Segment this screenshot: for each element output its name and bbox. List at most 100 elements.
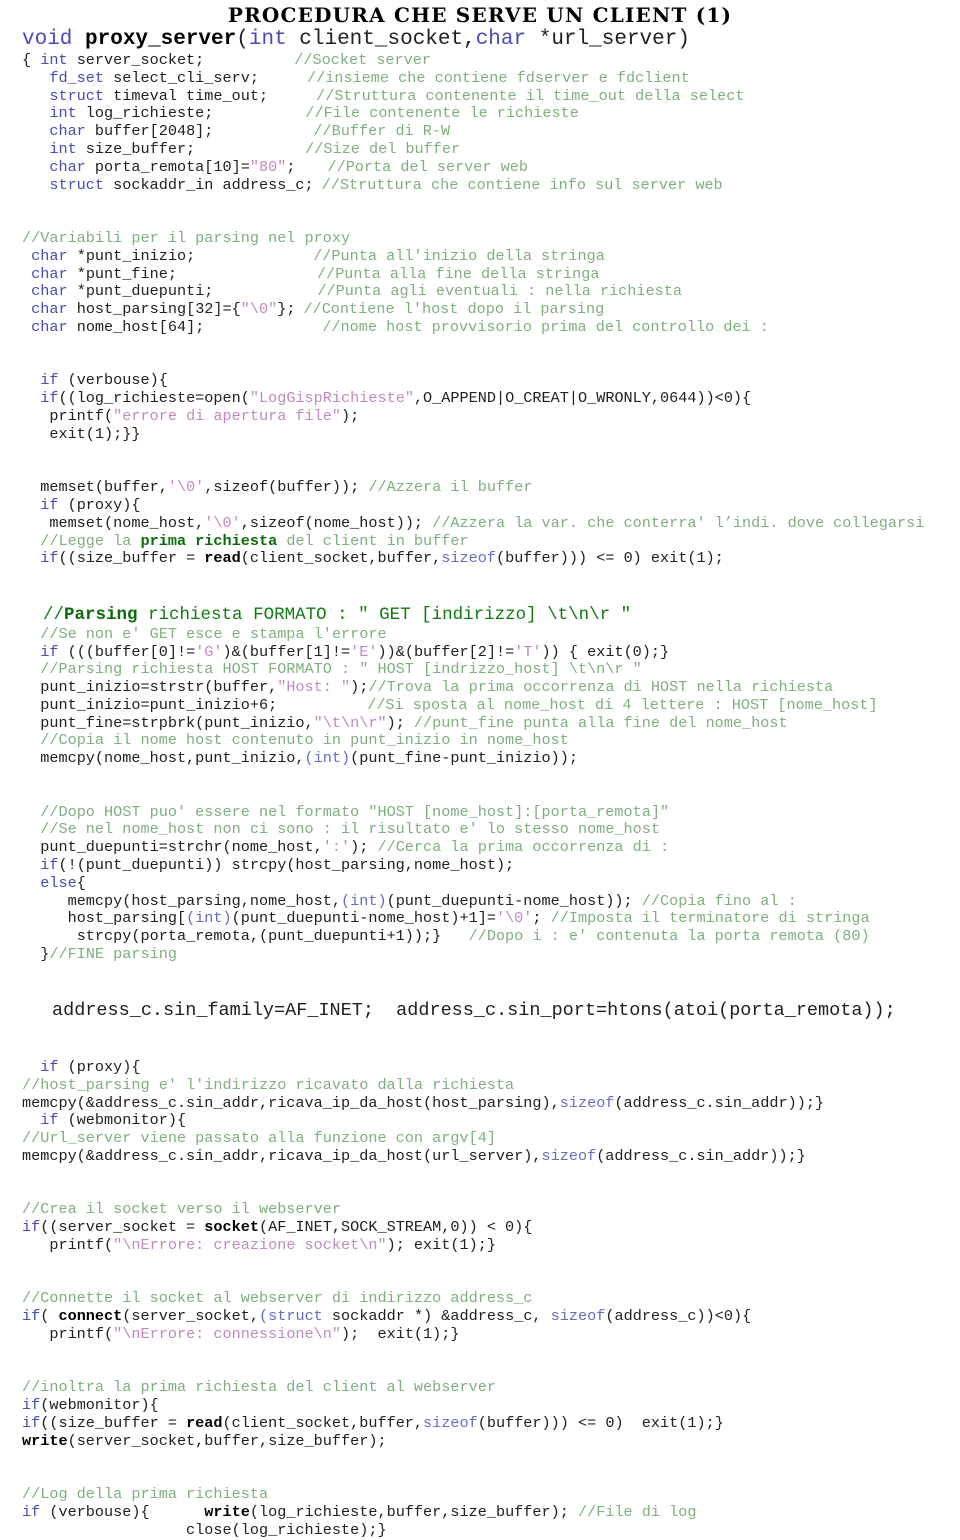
keyword-if: if bbox=[40, 389, 59, 408]
keyword-if: if bbox=[40, 856, 59, 875]
strpbrk-fine: punt_fine=strpbrk(punt_inizio,"\t\n\r");… bbox=[22, 713, 960, 733]
keyword-sizeof: sizeof bbox=[441, 549, 496, 568]
fine-parsing: }//FINE parsing bbox=[22, 945, 960, 964]
connect-comment: //Connette il socket al webserver di ind… bbox=[22, 1289, 960, 1308]
inline-comment: //Contiene l'host dopo il parsing bbox=[303, 300, 605, 319]
keyword-else: else bbox=[40, 873, 77, 892]
memset-nome-host: memset(nome_host,'\0',sizeof(nome_host))… bbox=[22, 513, 960, 533]
decl-text: host_parsing[32]={ bbox=[67, 300, 241, 319]
inline-comment: //punt_fine punta alla fine del nome_hos… bbox=[413, 713, 788, 732]
keyword-sizeof: sizeof bbox=[423, 1413, 478, 1432]
url-server-comment: //Url_server viene passato alla funzione… bbox=[22, 1129, 960, 1148]
code-text: } bbox=[40, 945, 50, 964]
socket-comment: //Crea il socket verso il webserver bbox=[22, 1201, 960, 1219]
syscall-read: read bbox=[186, 1413, 223, 1432]
memcpy-nome-host: memcpy(nome_host,punt_inizio,(int)(punt_… bbox=[22, 749, 960, 768]
read-first-request: if((size_buffer = read(client_socket,buf… bbox=[22, 549, 960, 568]
keyword-if: if bbox=[40, 371, 59, 390]
syscall-connect: connect bbox=[58, 1307, 123, 1326]
set-terminator: host_parsing[(int)(punt_duepunti-nome_ho… bbox=[22, 910, 960, 928]
cast-int: (int) bbox=[304, 749, 351, 768]
comment: //inoltra la prima richiesta del client … bbox=[22, 1378, 496, 1397]
keyword: int bbox=[40, 51, 68, 69]
keyword-if: if bbox=[40, 1058, 59, 1077]
inline-comment: //Azzera la var. che conterra' l’indi. d… bbox=[432, 513, 925, 532]
connect-call: if( connect(server_socket,(struct sockad… bbox=[22, 1307, 960, 1326]
copy-host-comment: //Copia il nome host contenuto in punt_i… bbox=[22, 732, 960, 750]
comment: //Parsing richiesta HOST FORMATO : " HOS… bbox=[40, 660, 642, 679]
inline-comment: //Punta all'inizio della stringa bbox=[313, 246, 605, 265]
code-text: ); bbox=[386, 713, 414, 732]
keyword: char bbox=[31, 282, 68, 301]
connect-error-printf: printf("\nErrore: connessione\n"); exit(… bbox=[22, 1325, 960, 1344]
read-again: if((size_buffer = read(client_socket,buf… bbox=[22, 1413, 960, 1433]
keyword: struct bbox=[49, 86, 105, 105]
brace-close: }; bbox=[277, 300, 296, 319]
code-text: (server_socket, bbox=[122, 1307, 259, 1326]
verbose-open: if((log_richieste=open("LogGispRichieste… bbox=[22, 389, 960, 408]
code-text: (((buffer[0]!= bbox=[58, 642, 196, 661]
inline-comment: //Copia fino al : bbox=[641, 891, 797, 910]
open-brace: { bbox=[22, 51, 41, 69]
comment-emphasis: prima richiesta bbox=[140, 531, 278, 550]
decl-text: timeval time_out; bbox=[104, 86, 269, 105]
keyword: struct bbox=[49, 175, 105, 194]
code-listing: void proxy_server(int client_socket,char… bbox=[0, 27, 960, 1540]
keyword-int: int bbox=[248, 28, 287, 51]
syscall-read: read bbox=[204, 549, 241, 568]
slide-root: PROCEDURA CHE SERVE UN CLIENT (1) void p… bbox=[0, 0, 960, 1539]
inline-comment: //Struttura contenente il time_out della… bbox=[316, 86, 745, 105]
code-text: (server_socket,buffer,size_buffer); bbox=[67, 1431, 387, 1450]
inline-comment: //Cerca la prima occorrenza di : bbox=[377, 838, 670, 857]
decl-line-2: fd_set select_cli_serv; //insieme che con… bbox=[22, 69, 960, 88]
verbose-log-block: if (verbouse){ if((log_richieste=open("L… bbox=[22, 371, 960, 443]
code-text: (address_c.sin_addr));} bbox=[614, 1093, 825, 1112]
keyword-struct: (struct bbox=[259, 1307, 323, 1326]
socket-connect-block: //Connette il socket al webserver di ind… bbox=[22, 1289, 960, 1344]
code-text: ))&(buffer[2]!= bbox=[377, 642, 515, 661]
keyword-if: if bbox=[40, 495, 59, 514]
code-text: memcpy(nome_host,punt_inizio, bbox=[40, 749, 305, 768]
log-write: if (verbouse){ write(log_richieste,buffe… bbox=[22, 1503, 960, 1522]
code-text: (webmonitor){ bbox=[40, 1396, 159, 1415]
code-text: printf( bbox=[49, 406, 114, 425]
strchr-colon: punt_duepunti=strchr(nome_host,':'); //C… bbox=[22, 838, 960, 857]
code-text: memcpy(&address_c.sin_addr,ricava_ip_da_… bbox=[22, 1147, 542, 1166]
comment: //Crea il socket verso il webserver bbox=[22, 1200, 341, 1219]
parse-var-5: char nome_host[64]; //nome host provvisor… bbox=[22, 318, 960, 337]
inline-comment: //FINE parsing bbox=[49, 945, 177, 964]
inline-comment: //Socket server bbox=[294, 51, 432, 69]
inline-comment: //Trova la prima occorrenza di HOST nell… bbox=[368, 678, 834, 697]
keyword-void: void bbox=[22, 28, 86, 51]
comment: //Variabili per il parsing nel proxy bbox=[22, 228, 351, 247]
host-port-split-block: //Dopo HOST puo' essere nel formato "HOS… bbox=[22, 803, 960, 964]
code-text: ( bbox=[40, 1307, 59, 1326]
paren-open: ( bbox=[236, 28, 249, 51]
request-parsing-block: //Parsing richiesta FORMATO : " GET [ind… bbox=[22, 604, 960, 768]
keyword-if: if bbox=[22, 1413, 41, 1432]
code-text: ((size_buffer = bbox=[58, 549, 205, 568]
comment: // bbox=[43, 604, 65, 625]
parse-var-4: char host_parsing[32]={"\0"}; //Contiene … bbox=[22, 300, 960, 319]
code-text: ); bbox=[350, 838, 378, 857]
get-check-if: if (((buffer[0]!='G')&(buffer[1]!='E'))&… bbox=[22, 642, 960, 662]
code-text: punt_duepunti=strchr(nome_host, bbox=[40, 838, 323, 857]
log-request-block: //Log della prima richiesta if (verbouse… bbox=[22, 1485, 960, 1539]
decl-text: *punt_fine; bbox=[67, 264, 177, 283]
decl-line-1: { int server_socket; //Socket server bbox=[22, 51, 960, 70]
code-text: close(log_richieste);} bbox=[22, 1520, 387, 1539]
comment: //Log della prima richiesta bbox=[22, 1485, 269, 1504]
webmonitor-if-2: if(webmonitor){ bbox=[22, 1396, 960, 1415]
address-assignment-line: address_c.sin_family=AF_INET; address_c.… bbox=[22, 999, 960, 1023]
code-text: memcpy(&address_c.sin_addr,ricava_ip_da_… bbox=[22, 1093, 560, 1112]
